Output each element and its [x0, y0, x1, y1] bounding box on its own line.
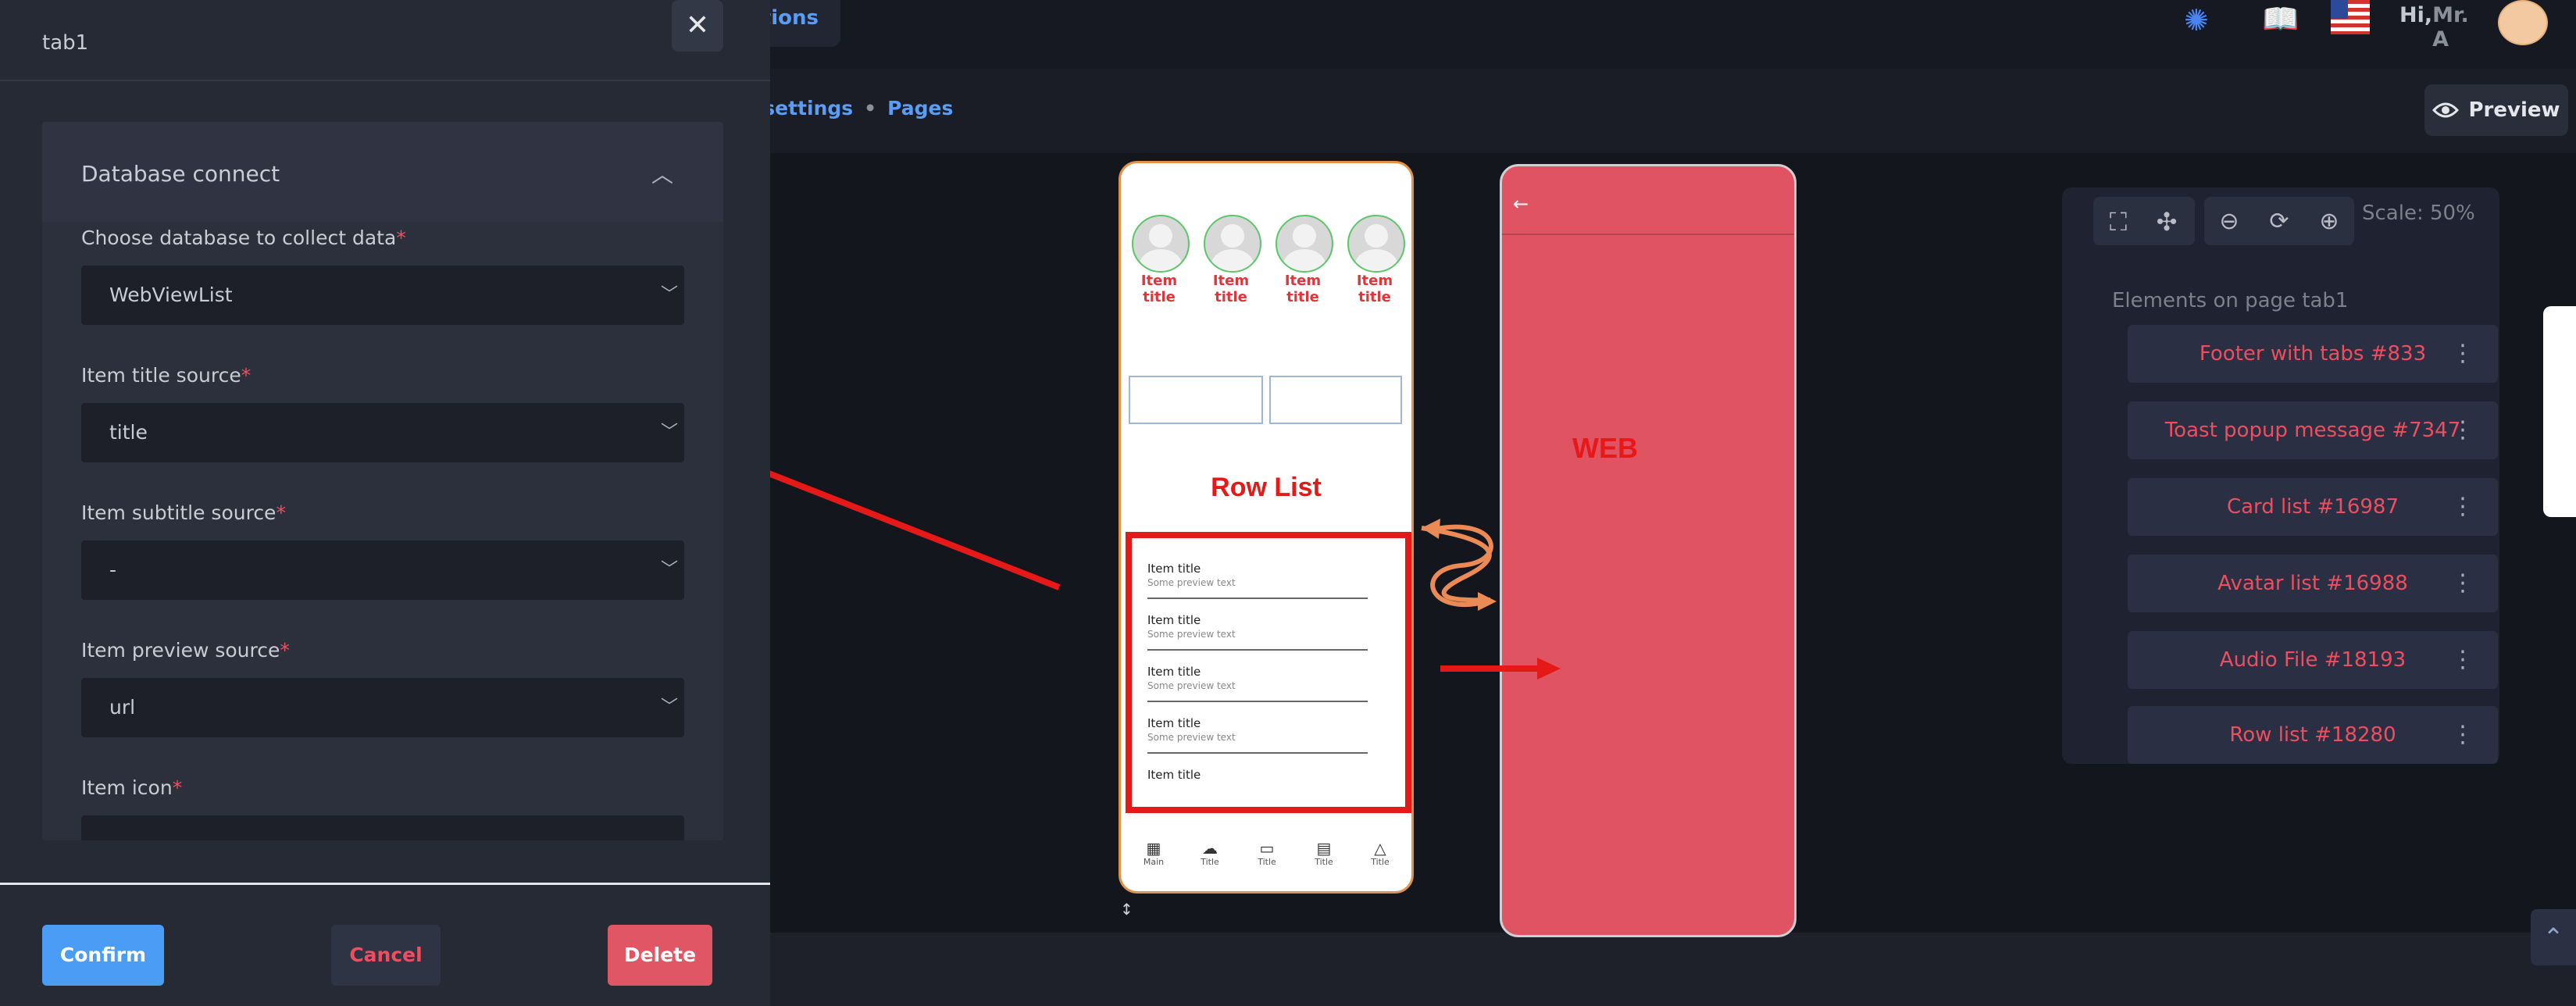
- field-label: Choose database to collect data*: [81, 227, 406, 249]
- red-arrowhead: [1537, 658, 1561, 680]
- chevron-down-icon: ﹀: [660, 560, 678, 580]
- chevron-down-icon: ﹀: [660, 423, 678, 442]
- field-label: Item icon*: [81, 776, 182, 799]
- field-label-text: Item icon: [81, 776, 173, 799]
- database-select[interactable]: WebViewList ﹀: [81, 266, 684, 325]
- chevron-up-icon[interactable]: ︿: [651, 158, 673, 189]
- orange-arrowhead: [1478, 592, 1497, 611]
- select-value: WebViewList: [109, 284, 233, 306]
- chevron-down-icon: ﹀: [660, 697, 678, 717]
- footer-divider: [0, 883, 770, 885]
- settings-drawer: tab1 ✕ Database connect ︿ Choose databas…: [0, 0, 770, 1006]
- field-label-text: Item title source: [81, 364, 241, 387]
- required-mark: *: [396, 227, 406, 249]
- database-connect-section: Database connect ︿ Choose database to co…: [42, 122, 723, 840]
- preview-source-select[interactable]: url ﹀: [81, 678, 684, 737]
- required-mark: *: [241, 364, 252, 387]
- required-mark: *: [172, 776, 183, 799]
- select-value: title: [109, 421, 148, 444]
- drawer-title: tab1: [42, 31, 89, 55]
- field-label-text: Choose database to collect data: [81, 227, 397, 249]
- close-button[interactable]: ✕: [672, 0, 723, 52]
- confirm-button[interactable]: Confirm: [42, 925, 164, 986]
- section-title: Database connect: [81, 161, 280, 187]
- section-header[interactable]: Database connect ︿: [42, 122, 723, 222]
- field-label: Item title source*: [81, 364, 251, 387]
- select-value: url: [109, 696, 136, 719]
- delete-button[interactable]: Delete: [608, 925, 712, 986]
- field-label: Item preview source*: [81, 639, 290, 662]
- drawer-header: [0, 0, 770, 81]
- drawer-body: Database connect ︿ Choose database to co…: [0, 81, 770, 840]
- select-value: -: [109, 558, 117, 581]
- field-label-text: Item subtitle source: [81, 501, 277, 524]
- title-source-select[interactable]: title ﹀: [81, 403, 684, 462]
- subtitle-source-select[interactable]: - ﹀: [81, 540, 684, 600]
- orange-arrowhead: [1422, 519, 1440, 539]
- cancel-button[interactable]: Cancel: [331, 925, 441, 986]
- item-icon-select[interactable]: [81, 815, 684, 840]
- required-mark: *: [276, 501, 286, 524]
- chevron-down-icon: ﹀: [660, 285, 678, 305]
- field-label: Item subtitle source*: [81, 501, 286, 524]
- field-label-text: Item preview source: [81, 639, 280, 662]
- required-mark: *: [280, 639, 290, 662]
